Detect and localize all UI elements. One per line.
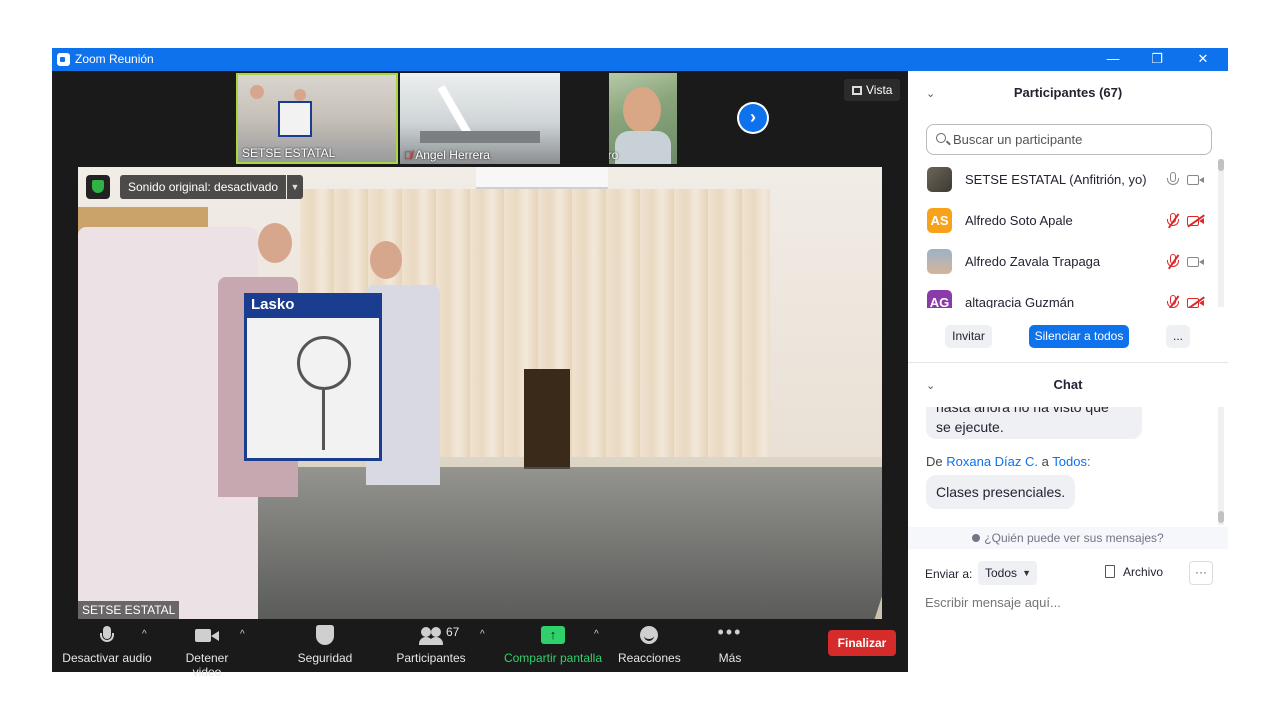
chevron-right-icon: ›: [739, 104, 767, 132]
chat-messages: hasta ahora no ha visto que se ejecute. …: [908, 407, 1218, 525]
participant-search-input[interactable]: Buscar un participante: [926, 124, 1212, 155]
microphone-muted-icon[interactable]: [1166, 295, 1180, 308]
avatar: [927, 249, 952, 274]
mute-audio-button[interactable]: Desactivar audio ^: [62, 625, 152, 665]
participants-count: 67: [446, 625, 460, 639]
avatar: [927, 167, 952, 192]
audio-options-caret[interactable]: ^: [142, 629, 147, 640]
next-page-button[interactable]: ›: [737, 102, 769, 134]
video-options-caret[interactable]: ^: [240, 629, 245, 640]
stop-video-button[interactable]: Detener video ^: [170, 625, 245, 679]
more-button[interactable]: ••• Más: [712, 622, 748, 665]
microphone-icon[interactable]: [1166, 172, 1180, 188]
thumbnail-pedro[interactable]: 🎙̸Pedro: [609, 73, 677, 164]
participants-options-caret[interactable]: ^: [480, 629, 485, 640]
chevron-down-icon: ▼: [1022, 568, 1031, 578]
video-camera-icon: [195, 625, 219, 647]
video-off-icon[interactable]: [1187, 296, 1205, 308]
meeting-area: SETSE ESTATAL 🎙̸Angel Herrera 🎙̸Pedro › …: [52, 71, 908, 679]
close-button[interactable]: ✕: [1180, 48, 1226, 71]
main-video-name: SETSE ESTATAL: [78, 601, 180, 619]
chevron-down-icon[interactable]: ▼: [287, 175, 303, 199]
file-icon: [1105, 565, 1115, 578]
zoom-window: Zoom Reunión — ❐ ✕ SETSE ESTATAL 🎙̸ Angel…: [52, 48, 1228, 679]
participants-button[interactable]: 67 Participantes ^: [396, 625, 484, 665]
mute-all-button[interactable]: Silenciar a todos: [1029, 325, 1129, 348]
participant-row[interactable]: SETSE ESTATAL (Anfitrión, yo): [908, 160, 1218, 201]
window-title: Zoom Reunión: [75, 52, 154, 66]
participants-title: Participantes (67): [1013, 85, 1123, 100]
send-to-label: Enviar a:: [925, 567, 973, 581]
shield-icon: [316, 625, 334, 647]
chat-more-button[interactable]: ···: [1189, 561, 1213, 585]
thumbnail-name: 🎙̸ Angel Herrera: [404, 148, 490, 162]
video-camera-icon[interactable]: [1187, 255, 1205, 269]
participants-more-button[interactable]: ...: [1166, 325, 1190, 348]
participants-scrollbar[interactable]: [1218, 159, 1224, 307]
search-icon: [936, 133, 946, 143]
mic-muted-icon: 🎙̸: [404, 150, 413, 162]
minimize-button[interactable]: —: [1090, 48, 1136, 71]
zoom-app-icon: [57, 53, 70, 66]
chat-sender[interactable]: Roxana Díaz C.: [946, 454, 1038, 469]
share-screen-button[interactable]: ↑ Compartir pantalla ^: [502, 625, 604, 665]
side-panel: ⌄ Participantes (67) Buscar un participa…: [908, 71, 1228, 672]
video-camera-icon[interactable]: [1187, 173, 1205, 187]
participant-row[interactable]: AG altagracia Guzmán: [908, 283, 1218, 308]
title-bar: Zoom Reunión — ❐ ✕: [52, 48, 1228, 71]
who-can-see-messages-link[interactable]: ¿Quién puede ver sus mensajes?: [908, 527, 1228, 549]
participants-list: SETSE ESTATAL (Anfitrión, yo) AS Alfredo…: [908, 160, 1218, 308]
end-meeting-button[interactable]: Finalizar: [828, 630, 896, 656]
participant-row[interactable]: Alfredo Zavala Trapaga: [908, 242, 1218, 283]
microphone-icon: [98, 625, 116, 647]
chat-message: hasta ahora no ha visto que se ejecute.: [926, 407, 1142, 439]
security-button[interactable]: Seguridad: [295, 625, 355, 665]
participants-icon: [419, 625, 443, 647]
chat-title: Chat: [1053, 377, 1083, 392]
original-sound-label: Sonido original: desactivado: [120, 175, 286, 199]
file-button[interactable]: Archivo: [1105, 565, 1163, 579]
chat-message-input[interactable]: [925, 595, 1205, 610]
person-icon: [972, 534, 981, 542]
thumbnail-setse-estatal[interactable]: SETSE ESTATAL: [236, 73, 398, 164]
thumbnail-angel-herrera[interactable]: 🎙̸ Angel Herrera: [400, 73, 560, 164]
grid-icon: [852, 86, 862, 95]
view-button[interactable]: Vista: [844, 79, 900, 101]
reactions-button[interactable]: Reacciones: [618, 625, 681, 665]
avatar: AS: [927, 208, 952, 233]
thumbnail-name: 🎙̸Pedro: [609, 148, 619, 162]
main-video: Lasko Sonido original: desactivado ▼ SET…: [78, 167, 882, 619]
chat-sender-line: De Roxana Díaz C. a Todos:: [926, 454, 1091, 469]
shield-check-icon: [86, 175, 110, 199]
send-to-dropdown[interactable]: Todos ▼: [978, 561, 1037, 585]
chat-message: Clases presenciales.: [926, 475, 1076, 509]
ellipsis-icon: •••: [717, 622, 743, 642]
restore-button[interactable]: ❐: [1134, 48, 1180, 71]
meeting-toolbar: Desactivar audio ^ Detener video ^ Segur…: [52, 619, 908, 679]
chat-scrollbar[interactable]: [1218, 407, 1224, 525]
invite-button[interactable]: Invitar: [945, 325, 992, 348]
share-options-caret[interactable]: ^: [594, 629, 599, 640]
share-arrow-icon: ↑: [541, 625, 565, 647]
emoji-icon: [640, 625, 658, 647]
fan-box: Lasko: [244, 293, 382, 461]
microphone-muted-icon[interactable]: [1166, 254, 1180, 270]
microphone-muted-icon[interactable]: [1166, 213, 1180, 229]
chat-recipient[interactable]: Todos:: [1052, 454, 1090, 469]
divider: [908, 362, 1228, 363]
video-off-icon[interactable]: [1187, 214, 1205, 228]
box-brand: Lasko: [247, 296, 379, 318]
participant-row[interactable]: AS Alfredo Soto Apale: [908, 201, 1218, 242]
thumbnail-name: SETSE ESTATAL: [242, 146, 336, 160]
avatar: AG: [927, 290, 952, 308]
